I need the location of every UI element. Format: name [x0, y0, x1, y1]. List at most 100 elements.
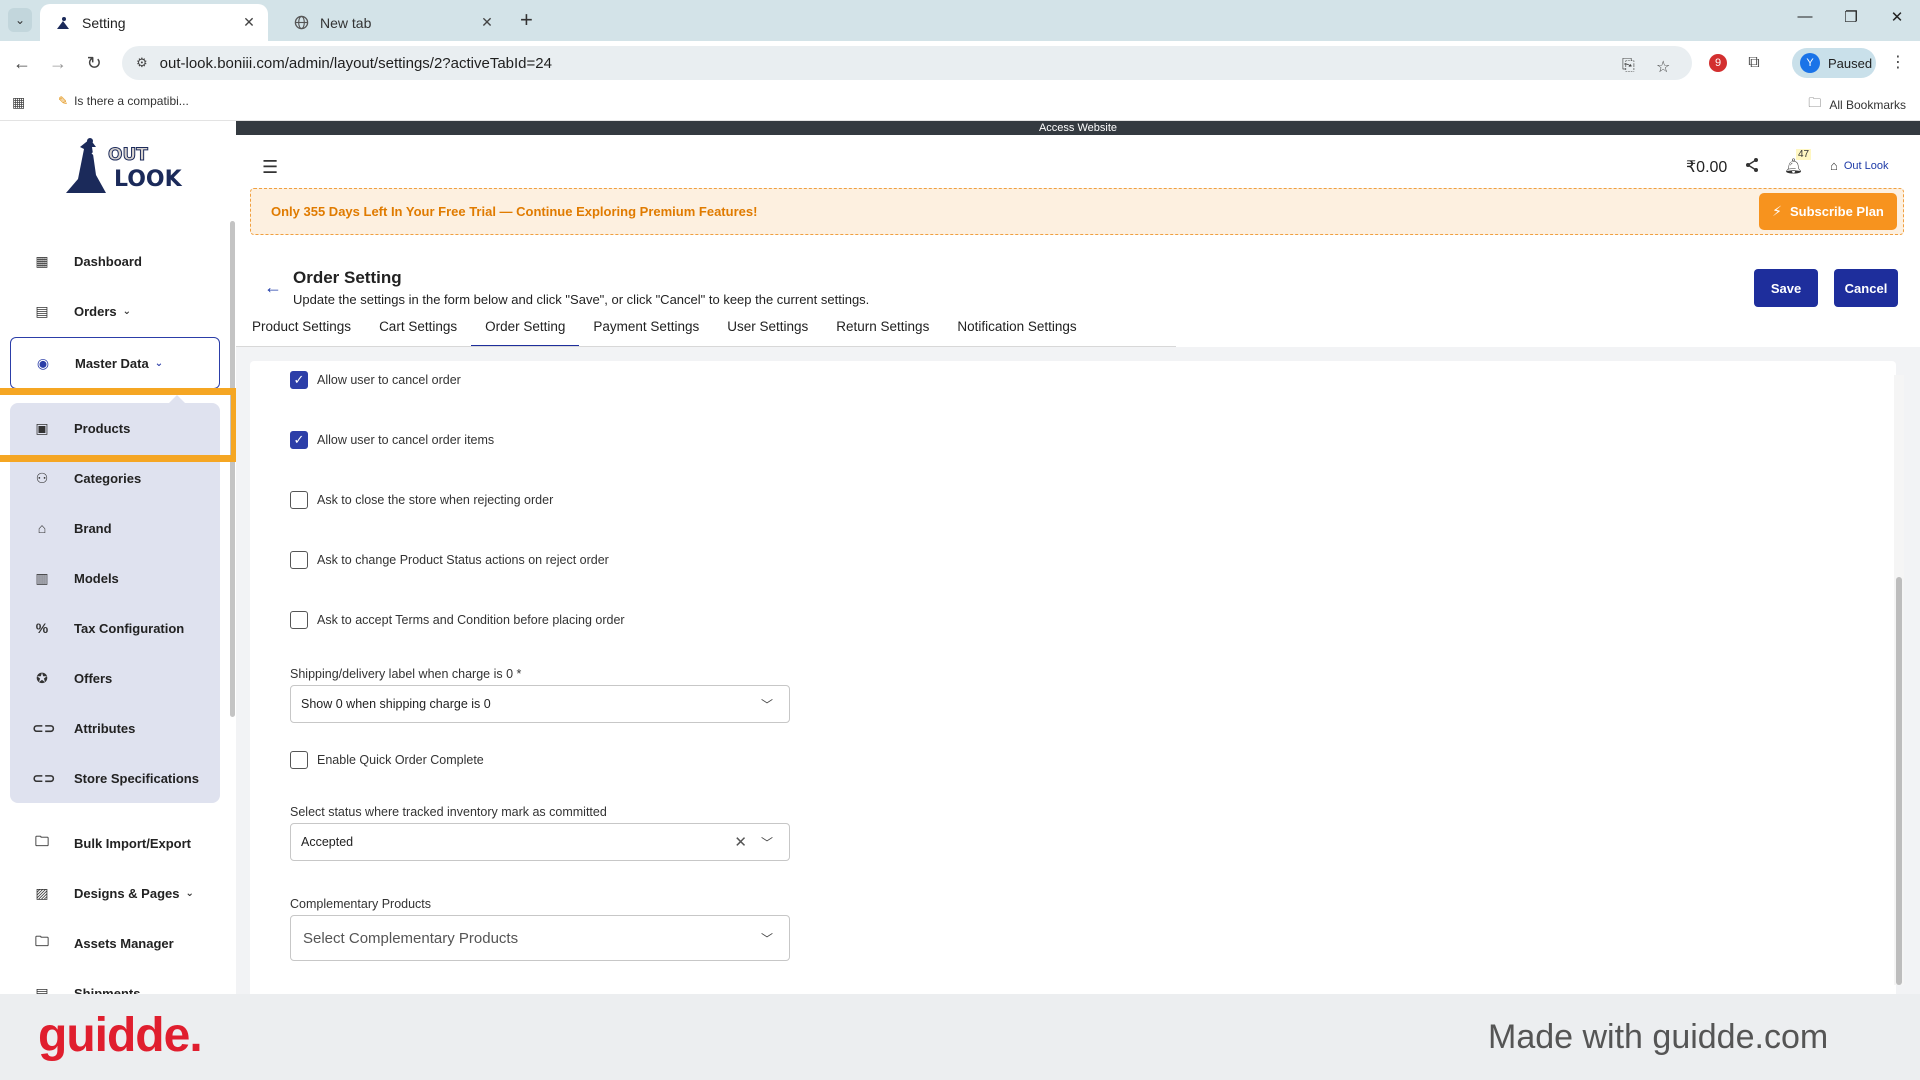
models-icon: ▥ [35, 569, 49, 586]
checkbox-quick-order-complete[interactable]: Enable Quick Order Complete [290, 751, 484, 769]
sidebar-item-attributes[interactable]: ⊂⊃ Attributes [10, 703, 220, 753]
close-icon[interactable]: ✕ [240, 14, 258, 31]
categories-icon: ⚇ [35, 469, 49, 486]
select-value: Accepted [301, 835, 354, 849]
main-scrollbar-thumb[interactable] [1896, 577, 1902, 985]
hamburger-menu-icon[interactable]: ☰ [262, 157, 278, 178]
checkbox-label: Ask to accept Terms and Condition before… [317, 613, 625, 627]
sidebar-item-assets-manager[interactable]: 🗀 Assets Manager [10, 918, 220, 968]
designs-icon: ▨ [35, 884, 49, 901]
access-website-bar[interactable]: Access Website [236, 121, 1920, 135]
checkbox-unchecked-icon[interactable] [290, 551, 308, 569]
store-link[interactable]: ⌂ Out Look [1830, 158, 1889, 173]
subscribe-plan-button[interactable]: ⚡︎ Subscribe Plan [1759, 193, 1897, 230]
forward-icon[interactable]: → [46, 51, 70, 75]
sidebar-item-bulk-import-export[interactable]: 🗀 Bulk Import/Export [10, 818, 220, 868]
profile-button[interactable]: Y Paused [1792, 48, 1876, 78]
sidebar-item-designs-pages[interactable]: ▨ Designs & Pages ⌄ [10, 868, 220, 918]
wallet-balance[interactable]: ₹0.00 [1686, 157, 1727, 177]
trial-banner: Only 355 Days Left In Your Free Trial — … [250, 188, 1904, 235]
save-button[interactable]: Save [1754, 269, 1818, 307]
checkbox-allow-cancel-order-items[interactable]: ✓ Allow user to cancel order items [290, 431, 494, 449]
order-settings-form: ✓ Allow user to cancel order ✓ Allow use… [250, 361, 1896, 994]
checkbox-unchecked-icon[interactable] [290, 491, 308, 509]
chevron-down-icon: ﹀ [760, 931, 773, 946]
checkbox-change-product-status[interactable]: Ask to change Product Status actions on … [290, 551, 609, 569]
bookmark-star-icon[interactable]: ☆ [1656, 57, 1670, 77]
orders-icon: ▤ [35, 302, 49, 319]
install-app-icon[interactable]: ⎘ [1622, 57, 1635, 75]
clear-icon[interactable]: ✕ [734, 833, 747, 851]
sidebar-item-tax-configuration[interactable]: % Tax Configuration [10, 603, 220, 653]
sidebar-item-label: Models [74, 570, 119, 586]
outlook-logo[interactable]: OUT LOOK [62, 135, 182, 201]
checkbox-label: Allow user to cancel order items [317, 433, 495, 447]
tab-payment-settings[interactable]: Payment Settings [579, 307, 713, 347]
cancel-button[interactable]: Cancel [1834, 269, 1898, 307]
bookmark-item[interactable]: ✎ Is there a compatibi... [58, 94, 189, 108]
chevron-down-icon: ⌄ [185, 887, 194, 899]
tab-notification-settings[interactable]: Notification Settings [943, 307, 1090, 347]
checkbox-unchecked-icon[interactable] [290, 751, 308, 769]
sidebar-item-store-specifications[interactable]: ⊂⊃ Store Specifications [10, 753, 220, 803]
extensions-puzzle-icon[interactable]: ⧉ [1742, 51, 1766, 75]
shipping-label-field-label: Shipping/delivery label when charge is 0… [290, 667, 522, 681]
checkbox-label: Allow user to cancel order [317, 373, 461, 387]
sidebar-item-label: Brand [74, 520, 112, 536]
sidebar-item-master-data[interactable]: ◉ Master Data ⌄ [10, 337, 220, 389]
browser-tab-new-tab[interactable]: New tab ✕ [278, 4, 506, 41]
made-with-text: Made with guidde.com [1488, 1018, 1829, 1056]
tab-cart-settings[interactable]: Cart Settings [365, 307, 471, 347]
minimize-icon[interactable]: — [1790, 8, 1820, 25]
tab-return-settings[interactable]: Return Settings [822, 307, 943, 347]
sidebar-item-shipments[interactable]: ▤ Shipments [10, 968, 220, 995]
sidebar-item-dashboard[interactable]: ▦ Dashboard [10, 236, 220, 286]
checkbox-unchecked-icon[interactable] [290, 611, 308, 629]
restore-icon[interactable]: ❐ [1836, 8, 1866, 26]
checkbox-accept-terms[interactable]: Ask to accept Terms and Condition before… [290, 611, 625, 629]
checkbox-allow-cancel-order[interactable]: ✓ Allow user to cancel order [290, 371, 461, 389]
sidebar-item-models[interactable]: ▥ Models [10, 553, 220, 603]
sidebar-scrollbar[interactable] [230, 221, 235, 717]
site-info-icon[interactable]: ⚙ [136, 55, 148, 71]
tab-order-setting[interactable]: Order Setting [471, 307, 580, 347]
master-data-icon: ◉ [36, 354, 50, 371]
tab-product-settings[interactable]: Product Settings [236, 307, 365, 347]
folder-icon: 🗀 [35, 933, 49, 949]
share-icon[interactable] [1744, 157, 1760, 178]
apps-grid-icon[interactable]: ▦ [12, 94, 25, 111]
percent-icon: % [35, 620, 49, 636]
tab-search-button[interactable]: ⌄ [8, 8, 32, 32]
new-tab-plus-icon[interactable]: + [520, 8, 533, 32]
browser-tab-setting[interactable]: Setting ✕ [40, 4, 268, 41]
tab-user-settings[interactable]: User Settings [713, 307, 822, 347]
back-icon[interactable]: ← [10, 51, 34, 75]
close-icon[interactable]: ✕ [478, 14, 496, 31]
kebab-menu-icon[interactable]: ⋮ [1886, 51, 1910, 75]
sidebar-item-label: Assets Manager [74, 935, 174, 951]
shipping-label-select[interactable]: Show 0 when shipping charge is 0 ﹀ [290, 685, 790, 723]
checkbox-checked-icon[interactable]: ✓ [290, 371, 308, 389]
sidebar-item-label: Attributes [74, 720, 136, 736]
dashboard-icon: ▦ [35, 252, 49, 269]
sidebar-item-label: Bulk Import/Export [74, 835, 192, 851]
checkbox-checked-icon[interactable]: ✓ [290, 431, 308, 449]
complementary-products-select[interactable]: Select Complementary Products ﹀ [290, 915, 790, 961]
address-bar[interactable]: ⚙ out-look.boniii.com/admin/layout/setti… [122, 46, 1692, 80]
outlook-favicon-icon [54, 14, 72, 32]
logo-text-top: OUT [108, 145, 149, 166]
sidebar-item-brand[interactable]: ⌂ Brand [10, 503, 220, 553]
extension-badge-icon[interactable]: 9 [1709, 54, 1727, 72]
checkbox-close-store-on-reject[interactable]: Ask to close the store when rejecting or… [290, 491, 553, 509]
tutorial-highlight-box [0, 388, 236, 462]
inventory-status-select[interactable]: Accepted ✕ ﹀ [290, 823, 790, 861]
sidebar-item-orders[interactable]: ▤ Orders ⌄ [10, 286, 220, 336]
sidebar-item-offers[interactable]: ✪ Offers [10, 653, 220, 703]
back-arrow-icon[interactable]: ← [264, 277, 282, 298]
all-bookmarks-button[interactable]: 🗀 All Bookmarks [1808, 94, 1906, 116]
checkbox-label: Ask to change Product Status actions on … [317, 553, 609, 567]
reload-icon[interactable]: ↻ [82, 51, 106, 75]
browser-toolbar: ← → ↻ ⚙ out-look.boniii.com/admin/layout… [0, 41, 1920, 85]
globe-icon [292, 14, 310, 32]
window-close-icon[interactable]: ✕ [1882, 8, 1912, 26]
